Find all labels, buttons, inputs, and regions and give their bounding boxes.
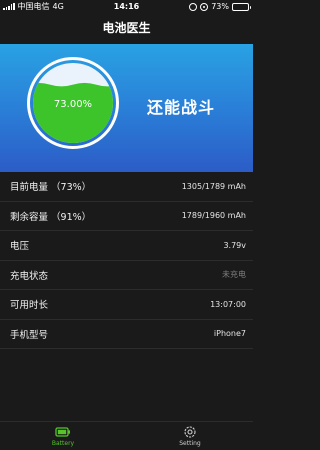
row-phone-model: 手机型号 iPhone7 (0, 320, 253, 349)
page-title: 电池医生 (102, 21, 151, 35)
rotation-lock-icon (200, 2, 209, 11)
row-value: 未充电 (222, 270, 246, 280)
status-battery-icon (232, 2, 251, 11)
row-charging-status: 充电状态 未充电 (0, 261, 253, 290)
row-current-charge: 目前电量 （73%） 1305/1789 mAh (0, 172, 253, 202)
charge-label: 73.00% (54, 99, 92, 110)
status-right: 73% (189, 0, 251, 13)
row-label: 手机型号 (10, 329, 49, 341)
row-remaining-capacity: 剩余容量 （91%） 1789/1960 mAh (0, 202, 253, 231)
row-voltage: 电压 3.79v (0, 231, 253, 261)
row-value: iPhone7 (213, 329, 246, 339)
alarm-icon (189, 2, 198, 11)
battery-percent: 73% (211, 2, 229, 11)
battery-icon (55, 427, 70, 437)
status-bar: 中国电信 4G 14:16 73% (0, 0, 253, 13)
tab-bar: Battery Setting (0, 421, 253, 450)
row-label: 可用时长 (10, 300, 49, 312)
row-value: 3.79v (223, 240, 246, 250)
tab-setting[interactable]: Setting (160, 425, 220, 447)
battery-gauge: 73.00% (27, 57, 119, 149)
row-value: 1789/1960 mAh (181, 211, 246, 221)
row-label: 充电状态 (10, 270, 49, 282)
row-label: 电压 (10, 241, 30, 253)
battery-hero: 73.00% 还能战斗 (0, 44, 253, 172)
tab-battery[interactable]: Battery (33, 425, 93, 447)
tab-label: Battery (51, 440, 75, 447)
gear-icon (184, 426, 196, 438)
battery-info-list: 目前电量 （73%） 1305/1789 mAh 剩余容量 （91%） 1789… (0, 172, 253, 349)
gauge-liquid (33, 82, 113, 143)
hero-title: 还能战斗 (147, 98, 216, 117)
row-value: 1305/1789 mAh (181, 181, 246, 191)
tab-label: Setting (179, 440, 201, 447)
row-label: 目前电量 （73%） (10, 182, 92, 194)
row-available-time: 可用时长 13:07:00 (0, 290, 253, 320)
row-value: 13:07:00 (210, 299, 246, 309)
row-label: 剩余容量 （91%） (10, 211, 92, 223)
